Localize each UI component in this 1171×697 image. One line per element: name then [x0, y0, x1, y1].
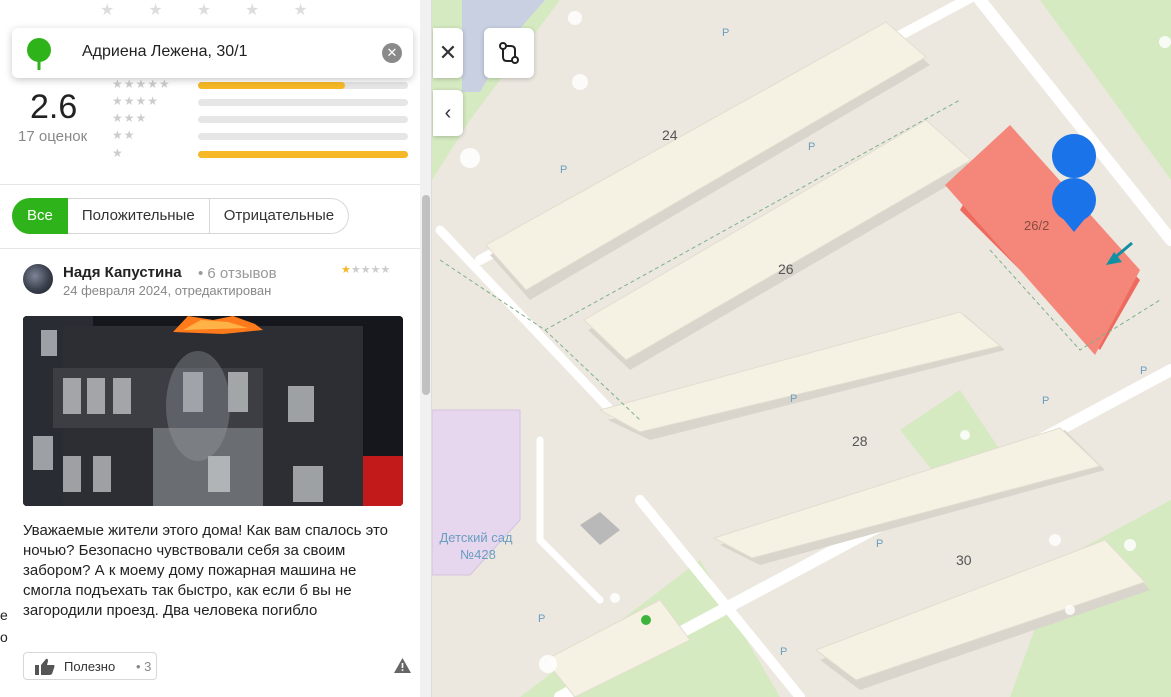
scrollbar-thumb[interactable]	[422, 195, 430, 395]
rating-count: 17 оценок	[18, 128, 88, 145]
top-stars-row: ★★★★★	[100, 2, 342, 19]
chevron-left-icon: ‹	[444, 101, 452, 124]
parking-label: P	[1140, 365, 1147, 377]
review-star: ★	[341, 264, 351, 276]
review-text: Уважаемые жители этого дома! Как вам спа…	[23, 522, 389, 619]
review-star: ★	[370, 264, 381, 276]
review-star: ★	[360, 264, 371, 276]
rating-bar-track	[198, 99, 408, 106]
filter-all[interactable]: Все	[12, 198, 68, 234]
review-star: ★	[350, 264, 361, 276]
useful-count-value: 3	[144, 659, 152, 674]
edge-text-fragment: ео	[0, 604, 8, 648]
green-pin-icon	[27, 38, 51, 70]
thumbs-up-icon	[35, 658, 55, 675]
parking-label: P	[1042, 395, 1049, 407]
place-panel: ★★★★★ 2.6 17 оценок ★★★★★ ★★★★ ★★★ ★★ ★ Все …	[0, 0, 432, 697]
rating-bar-stars: ★★★★	[112, 94, 160, 108]
parking-label: P	[808, 141, 815, 153]
review-filters: Все Положительные Отрицательные	[12, 198, 350, 234]
useful-label: Полезно	[64, 659, 116, 674]
kindergarten-name: Детский сад	[439, 530, 512, 545]
fire-photo	[23, 316, 403, 506]
warning-icon[interactable]	[394, 658, 411, 673]
house-number-24: 24	[662, 127, 678, 143]
rating-bar-stars: ★★★	[112, 111, 148, 125]
review-photo[interactable]	[23, 316, 403, 506]
rating-score: 2.6	[30, 88, 78, 126]
review-star: ★	[380, 264, 391, 276]
rating-bar-track	[198, 116, 408, 123]
close-icon: ✕	[438, 40, 458, 65]
review-date: 24 февраля 2024, отредактирован	[63, 283, 272, 298]
rating-bar-fill	[198, 82, 345, 89]
divider	[0, 184, 420, 185]
review-stars: ★★★★★	[341, 263, 390, 276]
divider	[0, 248, 420, 249]
rating-bar-stars: ★★★★★	[112, 77, 171, 91]
collapse-panel-button[interactable]: ‹	[433, 90, 463, 136]
author-review-count: 6 отзывов	[207, 265, 277, 282]
edge-char: о	[0, 629, 8, 645]
rating-bar-track	[198, 82, 408, 89]
rating-bar-stars: ★★	[112, 128, 136, 142]
house-number-30: 30	[956, 552, 972, 568]
rating-bar-fill	[198, 151, 408, 158]
filter-positive[interactable]: Положительные	[67, 198, 210, 234]
rating-bar-track	[198, 133, 408, 140]
route-icon	[499, 42, 519, 64]
panel-scrollbar[interactable]	[420, 0, 431, 697]
search-input[interactable]: Адриена Лежена, 30/1	[82, 43, 248, 61]
filter-negative[interactable]: Отрицательные	[209, 198, 350, 234]
clear-icon[interactable]: ✕	[382, 43, 402, 63]
route-button[interactable]	[484, 28, 534, 78]
parking-label: P	[780, 646, 787, 658]
parking-label: P	[538, 613, 545, 625]
review-author[interactable]: Надя Капустина	[63, 264, 182, 281]
review-author-count: • 6 отзывов	[198, 265, 277, 282]
search-box[interactable]: Адриена Лежена, 30/1 ✕	[12, 28, 413, 78]
parking-label: P	[722, 27, 729, 39]
parking-label: P	[876, 538, 883, 550]
rating-bar-track	[198, 151, 408, 158]
parking-label: P	[790, 393, 797, 405]
avatar[interactable]	[23, 264, 53, 294]
parking-label: P	[560, 164, 567, 176]
house-number-26: 26	[778, 261, 794, 277]
selected-house-number: 26/2	[1024, 218, 1049, 233]
useful-button[interactable]: Полезно • 3	[23, 652, 157, 680]
rating-bar-stars: ★	[112, 146, 124, 160]
kindergarten-number: №428	[460, 547, 496, 562]
edge-char: е	[0, 607, 8, 623]
useful-count: • 3	[136, 659, 152, 674]
poi-marker[interactable]	[641, 615, 651, 625]
house-number-28: 28	[852, 433, 868, 449]
close-panel-button[interactable]: ✕	[433, 28, 463, 78]
